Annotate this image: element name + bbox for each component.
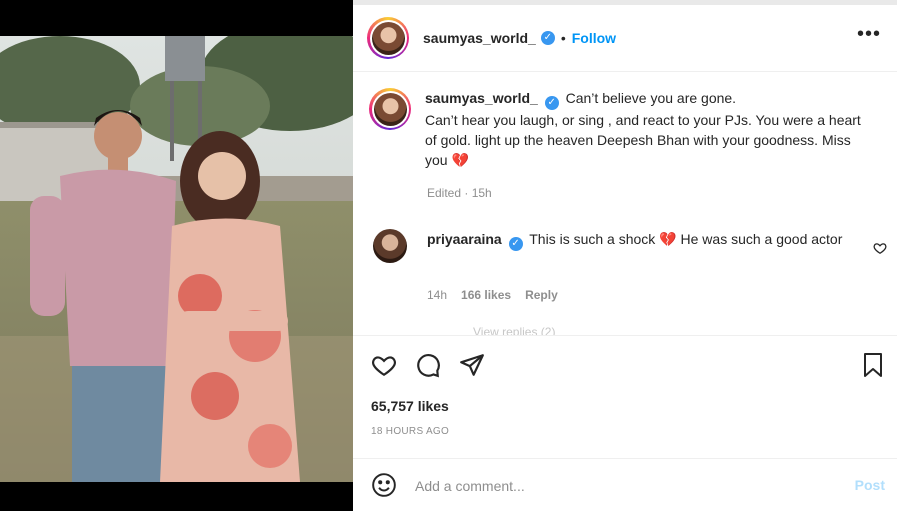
commenter-username[interactable]: priyaaraina [427, 231, 502, 247]
comments-section: saumyas_world_ ✓ Can’t believe you are g… [353, 73, 897, 335]
caption-username[interactable]: saumyas_world_ [425, 90, 538, 106]
comment-time: 14h [427, 288, 448, 302]
caption: saumyas_world_ ✓ Can’t believe you are g… [369, 88, 865, 170]
comment-bubble-icon[interactable] [415, 352, 441, 383]
follow-button[interactable]: Follow [572, 30, 616, 46]
avatar-image [371, 21, 405, 55]
comment-item: priyaaraina ✓ This is such a shock 💔 He … [369, 229, 889, 263]
caption-line-1: Can’t believe you are gone. [565, 90, 737, 106]
post-timestamp[interactable]: 18 HOURS AGO [371, 426, 449, 437]
comment-text: priyaaraina ✓ This is such a shock 💔 He … [427, 229, 847, 263]
caption-line-2: Can’t hear you laugh, or sing , and reac… [425, 112, 861, 168]
photo-pane [0, 0, 353, 511]
commenter-avatar[interactable] [373, 229, 407, 263]
post-modal: saumyas_world_ ✓ • Follow ••• saumyas_wo… [0, 0, 897, 511]
separator-dot: • [560, 30, 566, 46]
post-details-panel: saumyas_world_ ✓ • Follow ••• saumyas_wo… [353, 0, 897, 511]
comment-body: This is such a shock 💔 He was such a goo… [529, 231, 843, 247]
post-actions: 65,757 likes 18 HOURS AGO [353, 335, 897, 455]
comment-like-icon[interactable] [873, 241, 887, 260]
comment-meta: 14h 166 likes Reply [427, 288, 558, 302]
verified-badge-icon: ✓ [544, 96, 559, 110]
post-header: saumyas_world_ ✓ • Follow ••• [353, 5, 897, 72]
caption-avatar[interactable] [369, 88, 411, 130]
view-replies-link[interactable]: View replies (2) [473, 325, 573, 335]
caption-text: saumyas_world_ ✓ Can’t believe you are g… [425, 88, 865, 170]
author-avatar[interactable] [367, 17, 409, 59]
more-options-icon[interactable]: ••• [857, 24, 881, 44]
verified-badge-icon: ✓ [540, 31, 555, 45]
like-heart-icon[interactable] [371, 352, 397, 383]
share-paper-plane-icon[interactable] [459, 352, 485, 383]
post-image [0, 36, 353, 482]
post-photo[interactable] [0, 36, 353, 482]
comment-likes[interactable]: 166 likes [461, 288, 511, 302]
caption-meta: Edited · 15h [427, 186, 492, 200]
emoji-icon[interactable] [371, 472, 397, 503]
avatar-image [373, 92, 407, 126]
comment-input[interactable] [415, 475, 835, 497]
verified-badge-icon: ✓ [508, 237, 523, 251]
author-username[interactable]: saumyas_world_ [423, 30, 536, 46]
likes-count[interactable]: 65,757 likes [371, 398, 449, 414]
add-comment-bar: Post [353, 458, 897, 511]
post-comment-button[interactable]: Post [855, 477, 885, 493]
comment-reply-button[interactable]: Reply [525, 288, 558, 302]
bookmark-icon[interactable] [861, 352, 885, 383]
